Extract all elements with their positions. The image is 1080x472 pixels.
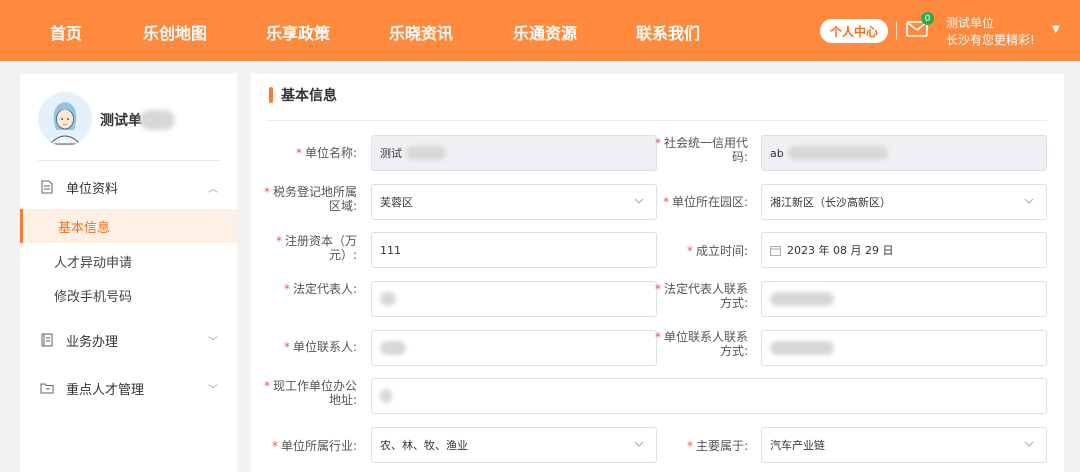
avatar-illustration-icon bbox=[38, 92, 92, 146]
industry-select[interactable]: 农、林、牧、渔业 bbox=[371, 427, 657, 463]
calendar-icon bbox=[770, 245, 781, 256]
label-capital: * 注册资本（万 元）: bbox=[275, 234, 357, 262]
nav-divider bbox=[896, 22, 897, 40]
founded-date-picker[interactable]: 2023 年 08 月 29 日 bbox=[761, 232, 1047, 268]
main-chain-select[interactable]: 汽车产业链 bbox=[761, 427, 1047, 463]
chevron-down-icon: ﹀ bbox=[208, 384, 218, 396]
sidebar-item-change-phone[interactable]: 修改手机号码 bbox=[20, 278, 237, 312]
chevron-down-icon bbox=[634, 441, 644, 447]
label-contact-phone: * 单位联系人联系 方式: bbox=[654, 330, 748, 358]
user-center-button[interactable]: 个人中心 bbox=[820, 19, 888, 43]
sidebar-group-key-talent[interactable]: 重点人才管理 ﹀ bbox=[20, 370, 237, 406]
contact-person-input[interactable] bbox=[371, 330, 657, 366]
user-dropdown-caret-icon[interactable]: ▼ bbox=[1052, 24, 1060, 35]
chevron-down-icon bbox=[1024, 198, 1034, 204]
nav-contact[interactable]: 联系我们 bbox=[636, 20, 700, 44]
label-tax-area: * 税务登记地所属 区域: bbox=[263, 185, 357, 213]
nav-home[interactable]: 首页 bbox=[50, 20, 82, 44]
nav-policy[interactable]: 乐享政策 bbox=[266, 20, 330, 44]
main-panel: 基本信息 * 单位名称: 测试 * 社会统一信用代 码: ab * 税务登记地所属 区域:… bbox=[251, 74, 1064, 472]
nav-map[interactable]: 乐创地图 bbox=[143, 20, 207, 44]
label-credit-code: * 社会统一信用代 码: bbox=[654, 136, 748, 164]
capital-input[interactable]: 111 bbox=[371, 232, 657, 268]
user-name[interactable]: 测试单位 bbox=[946, 14, 994, 31]
redacted-text bbox=[140, 110, 175, 130]
label-main-chain: * 主要属于: bbox=[686, 439, 748, 453]
address-input[interactable] bbox=[371, 378, 1047, 414]
label-park: * 单位所在园区: bbox=[662, 195, 748, 209]
sidebar-item-basic-info[interactable]: 基本信息 bbox=[20, 209, 237, 243]
label-legal-contact: * 法定代表人联系 方式: bbox=[654, 282, 748, 310]
sidebar-item-talent-change[interactable]: 人才异动申请 bbox=[20, 244, 237, 278]
sidebar: 测试单 单位资料 ︿ 基本信息 人才异动申请 修改手机号码 业务办理 ﹀ 重点人… bbox=[20, 74, 237, 472]
sidebar-group-business[interactable]: 业务办理 ﹀ bbox=[20, 322, 237, 358]
avatar bbox=[38, 92, 92, 146]
label-founded: * 成立时间: bbox=[686, 244, 748, 258]
legal-rep-input[interactable] bbox=[371, 281, 657, 317]
chevron-down-icon bbox=[1024, 441, 1034, 447]
sidebar-group-label: 重点人才管理 bbox=[66, 382, 145, 398]
mail-count-badge: 0 bbox=[921, 12, 934, 25]
document-icon bbox=[41, 180, 53, 194]
nav-resources[interactable]: 乐通资源 bbox=[513, 20, 577, 44]
sidebar-group-label: 业务办理 bbox=[66, 334, 119, 350]
section-accent-bar bbox=[269, 87, 273, 103]
label-industry: * 单位所属行业: bbox=[271, 439, 357, 453]
chevron-down-icon bbox=[634, 198, 644, 204]
book-icon bbox=[41, 333, 53, 347]
contact-phone-input[interactable] bbox=[761, 330, 1047, 366]
section-divider bbox=[267, 120, 1047, 121]
park-select[interactable]: 湘江新区（长沙高新区） bbox=[761, 184, 1047, 220]
nav-news[interactable]: 乐晓资讯 bbox=[389, 20, 453, 44]
sidebar-divider bbox=[38, 160, 220, 161]
section-title: 基本信息 bbox=[269, 86, 337, 104]
sidebar-group-label: 单位资料 bbox=[66, 181, 119, 197]
sidebar-group-unit-info[interactable]: 单位资料 ︿ bbox=[20, 169, 237, 205]
chevron-up-icon: ︿ bbox=[208, 183, 218, 195]
user-slogan: 长沙有您更精彩! bbox=[946, 33, 1035, 47]
section-title-text: 基本信息 bbox=[281, 88, 337, 104]
label-address: * 现工作单位办公 地址: bbox=[263, 379, 357, 407]
legal-contact-input[interactable] bbox=[761, 281, 1047, 317]
unit-name-field[interactable]: 测试 bbox=[371, 135, 657, 171]
label-legal-rep: * 法定代表人: bbox=[283, 282, 357, 296]
chevron-down-icon: ﹀ bbox=[208, 336, 218, 348]
credit-code-field[interactable]: ab bbox=[761, 135, 1047, 171]
tax-area-select[interactable]: 芙蓉区 bbox=[371, 184, 657, 220]
label-contact-person: * 单位联系人: bbox=[283, 340, 357, 354]
top-nav-bar: 首页 乐创地图 乐享政策 乐晓资讯 乐通资源 联系我们 个人中心 0 测试单位 … bbox=[0, 0, 1080, 61]
profile-name: 测试单 bbox=[100, 113, 142, 129]
label-unit-name: * 单位名称: bbox=[295, 146, 357, 160]
folder-icon bbox=[40, 383, 54, 394]
